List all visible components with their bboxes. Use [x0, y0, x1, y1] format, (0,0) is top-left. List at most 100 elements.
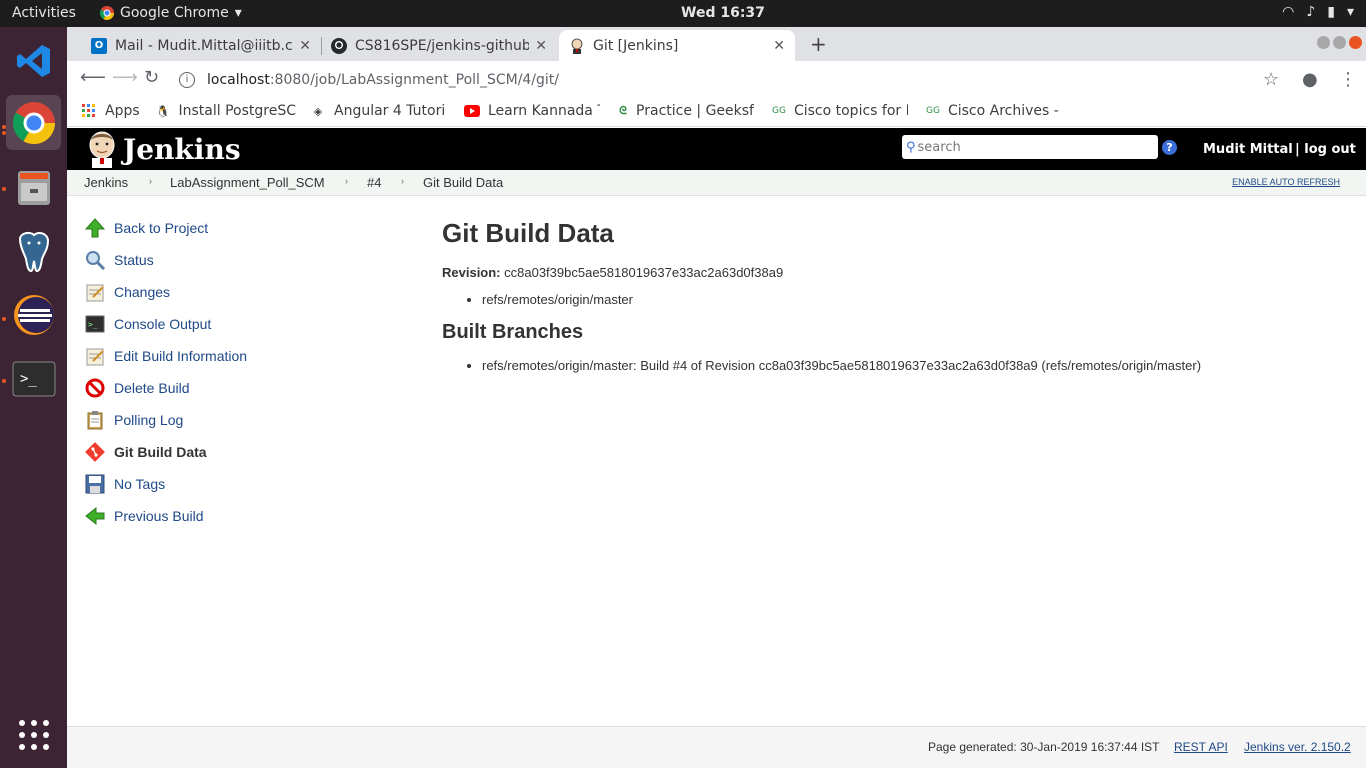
- floppy-icon: [84, 473, 106, 495]
- terminal-launcher[interactable]: >_: [6, 351, 61, 406]
- forward-button[interactable]: ⟶: [112, 67, 138, 88]
- built-branches-heading: Built Branches: [442, 321, 584, 343]
- terminal-icon: >_: [84, 313, 106, 335]
- chevron-right-icon[interactable]: ›: [345, 176, 348, 186]
- menu-kebab-icon[interactable]: ⋮: [1339, 69, 1357, 90]
- chrome-launcher[interactable]: [6, 95, 61, 150]
- bookmark-label: Learn Kannada T: [488, 103, 600, 119]
- bookmark-label: Angular 4 Tutori: [334, 103, 446, 119]
- jenkins-version-link[interactable]: Jenkins ver. 2.150.2: [1244, 740, 1351, 754]
- reload-button[interactable]: ↻: [144, 67, 159, 88]
- left-arrow-icon: [84, 505, 106, 527]
- clipboard-icon: [84, 409, 106, 431]
- youtube-icon: [464, 103, 480, 119]
- task-delete-build[interactable]: Delete Build: [84, 372, 247, 404]
- profile-icon[interactable]: ●: [1302, 69, 1318, 90]
- chrome-icon: [12, 101, 55, 144]
- task-edit-build-information[interactable]: Edit Build Information: [84, 340, 247, 372]
- bookmark-apps[interactable]: Apps: [81, 103, 140, 119]
- revision-label: Revision:: [442, 265, 501, 280]
- tab-github[interactable]: CS816SPE/jenkins-github ✕: [321, 30, 557, 61]
- breadcrumb-build[interactable]: #4: [367, 175, 381, 190]
- git-icon: [84, 441, 106, 463]
- search-input[interactable]: ⚲ search: [902, 135, 1158, 159]
- maximize-button[interactable]: [1333, 36, 1346, 49]
- magnifier-icon: [84, 249, 106, 271]
- github-icon: [331, 37, 347, 54]
- chevron-right-icon[interactable]: ›: [401, 176, 404, 186]
- jenkins-logo[interactable]: Jenkins: [85, 130, 241, 168]
- task-previous-build[interactable]: Previous Build: [84, 500, 247, 532]
- app-menu-label: Google Chrome: [120, 5, 229, 21]
- chrome-icon: [100, 6, 114, 20]
- task-label: Edit Build Information: [114, 348, 248, 364]
- breadcrumb-git-build-data[interactable]: Git Build Data: [423, 175, 503, 190]
- help-icon[interactable]: ?: [1162, 140, 1177, 155]
- chevron-down-icon: ▾: [234, 5, 242, 21]
- bookmark-angular[interactable]: ◈ Angular 4 Tutori: [310, 103, 448, 119]
- eclipse-launcher[interactable]: [6, 287, 61, 342]
- bookmark-label: Install PostgreSC: [178, 103, 297, 119]
- pgadmin-launcher[interactable]: [6, 223, 61, 278]
- bookmark-label: Apps: [105, 103, 140, 119]
- jenkins-header: Jenkins ⚲ search ? Mudit Mittal | log ou…: [67, 128, 1366, 170]
- side-panel: Back to Project Status Changes >_ Consol…: [84, 212, 247, 532]
- dock: >_: [0, 27, 67, 768]
- jenkins-butler-icon: [89, 131, 115, 168]
- task-polling-log[interactable]: Polling Log: [84, 404, 247, 436]
- minimize-button[interactable]: [1317, 36, 1330, 49]
- breadcrumb: Jenkins › LabAssignment_Poll_SCM › #4 › …: [67, 170, 1366, 196]
- list-item: refs/remotes/origin/master: Build #4 of …: [482, 358, 1201, 373]
- breadcrumb-jenkins[interactable]: Jenkins: [84, 175, 128, 190]
- info-icon[interactable]: i: [179, 72, 195, 88]
- activities-button[interactable]: Activities: [12, 5, 76, 21]
- task-label: Console Output: [114, 316, 212, 332]
- show-applications-button[interactable]: [6, 707, 61, 762]
- eclipse-icon: [13, 294, 54, 335]
- system-tray[interactable]: ◠ ♪ ▮ ▾: [1282, 4, 1354, 20]
- user-link[interactable]: Mudit Mittal: [1203, 142, 1293, 157]
- task-changes[interactable]: Changes: [84, 276, 247, 308]
- tab-title: Mail - Mudit.Mittal@iiitb.c: [115, 37, 293, 54]
- close-icon[interactable]: ✕: [773, 38, 785, 54]
- back-button[interactable]: ⟵: [80, 67, 106, 88]
- chevron-right-icon[interactable]: ›: [149, 176, 152, 186]
- url-host: localhost: [207, 72, 270, 88]
- clock[interactable]: Wed 16:37: [681, 5, 765, 21]
- file-cabinet-icon: [17, 170, 50, 205]
- vscode-launcher[interactable]: [6, 33, 61, 88]
- files-launcher[interactable]: [6, 159, 61, 214]
- new-tab-button[interactable]: +: [810, 32, 827, 56]
- enable-auto-refresh-link[interactable]: ENABLE AUTO REFRESH: [1232, 177, 1340, 187]
- task-back-to-project[interactable]: Back to Project: [84, 212, 247, 244]
- bookmark-cisco-topics[interactable]: GG Cisco topics for I: [772, 103, 908, 119]
- browser-toolbar: ⟵ ⟶ ↻ i localhost:8080/job/LabAssignment…: [67, 61, 1366, 98]
- tab-mail[interactable]: O Mail - Mudit.Mittal@iiitb.c ✕: [81, 30, 321, 61]
- svg-text:>_: >_: [20, 371, 37, 387]
- close-icon[interactable]: ✕: [535, 38, 547, 54]
- bookmark-geeksforgeeks[interactable]: ᘓ Practice | Geeksf: [618, 103, 754, 119]
- close-icon[interactable]: ✕: [299, 38, 311, 54]
- diamond-icon: ◈: [313, 104, 323, 118]
- app-menu[interactable]: Google Chrome ▾: [100, 5, 242, 21]
- revision-refs-list: refs/remotes/origin/master: [482, 292, 1201, 307]
- chevron-down-icon: ▾: [1346, 4, 1354, 20]
- task-no-tags[interactable]: No Tags: [84, 468, 247, 500]
- bookmark-learn-kannada[interactable]: Learn Kannada T: [464, 103, 600, 119]
- address-bar[interactable]: i localhost:8080/job/LabAssignment_Poll_…: [179, 66, 1239, 94]
- task-status[interactable]: Status: [84, 244, 247, 276]
- bookmarks-bar: Apps 🐧 Install PostgreSC ◈ Angular 4 Tut…: [67, 98, 1366, 127]
- bookmark-cisco-archives[interactable]: GG Cisco Archives - C: [926, 103, 1062, 119]
- window-controls: [1317, 36, 1362, 49]
- breadcrumb-job[interactable]: LabAssignment_Poll_SCM: [170, 175, 325, 190]
- bookmark-star-icon[interactable]: ☆: [1263, 69, 1279, 90]
- logout-link[interactable]: | log out: [1295, 142, 1356, 157]
- svg-text:>_: >_: [88, 320, 98, 329]
- task-label: Delete Build: [114, 380, 190, 396]
- task-console-output[interactable]: >_ Console Output: [84, 308, 247, 340]
- task-git-build-data[interactable]: Git Build Data: [84, 436, 247, 468]
- window-close-button[interactable]: [1349, 36, 1362, 49]
- tab-jenkins[interactable]: Git [Jenkins] ✕: [559, 30, 795, 61]
- bookmark-install-postgres[interactable]: 🐧 Install PostgreSC: [156, 103, 296, 119]
- rest-api-link[interactable]: REST API: [1174, 740, 1228, 754]
